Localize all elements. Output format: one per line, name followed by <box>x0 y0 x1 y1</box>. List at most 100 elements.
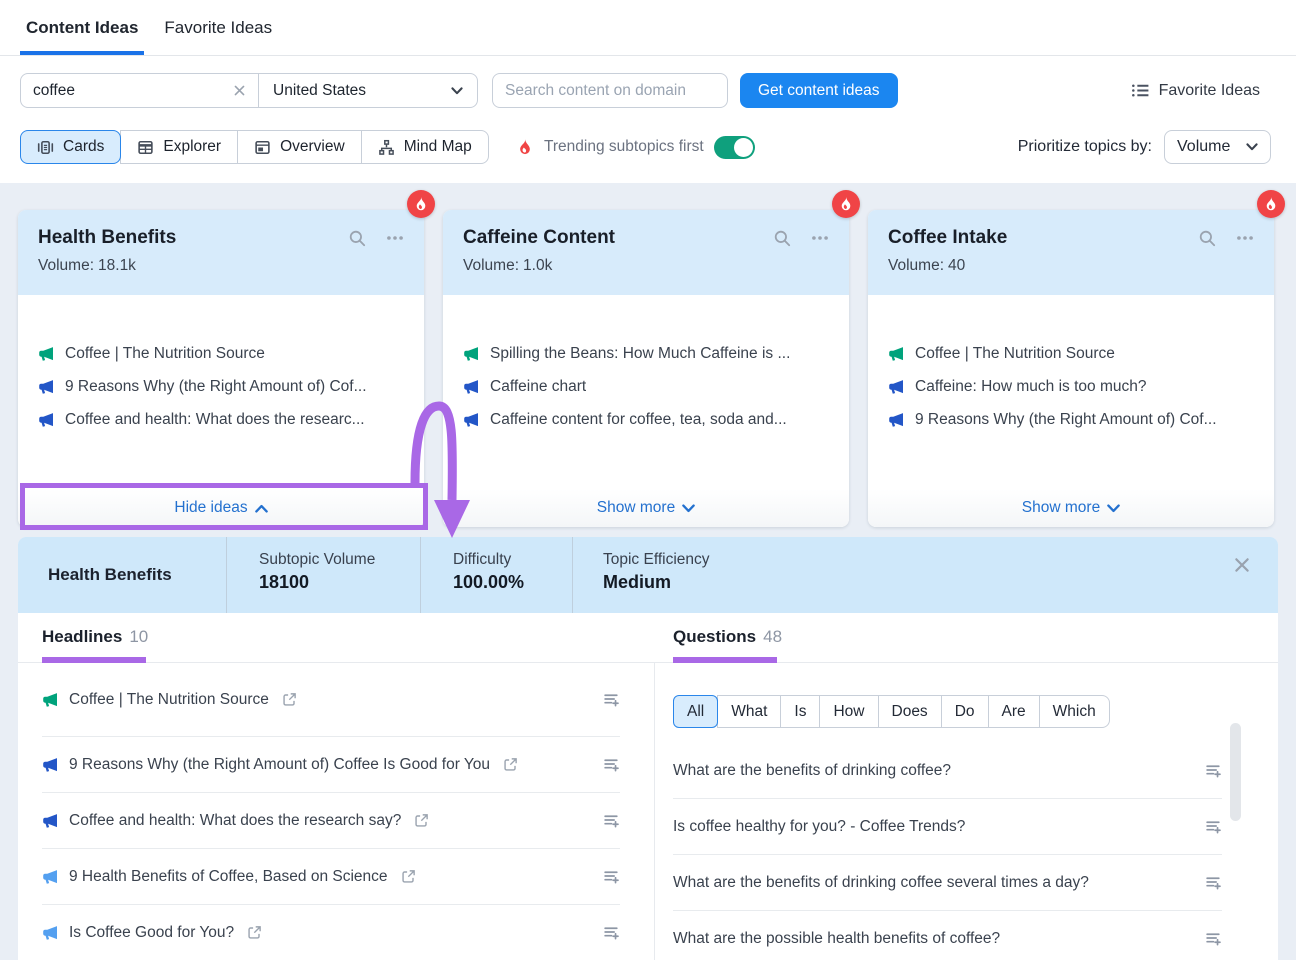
add-to-list-icon[interactable] <box>603 756 620 773</box>
megaphone-icon <box>463 412 479 428</box>
get-content-ideas-button[interactable]: Get content ideas <box>740 73 898 108</box>
question-item[interactable]: What are the benefits of drinking coffee… <box>673 743 1222 799</box>
view-cards-button[interactable]: Cards <box>20 130 121 164</box>
card-idea-item[interactable]: 9 Reasons Why (the Right Amount of) Cof.… <box>38 378 404 396</box>
headlines-heading: Headlines10 <box>42 627 148 647</box>
add-to-list-icon[interactable] <box>1205 762 1222 779</box>
headline-item[interactable]: Is Coffee Good for You? <box>42 905 620 960</box>
question-item[interactable]: What are the benefits of drinking coffee… <box>673 855 1222 911</box>
external-link-icon[interactable] <box>247 925 262 940</box>
question-item[interactable]: Is coffee healthy for you? - Coffee Tren… <box>673 799 1222 855</box>
headline-item[interactable]: 9 Health Benefits of Coffee, Based on Sc… <box>42 849 620 905</box>
close-icon[interactable] <box>1232 555 1252 575</box>
megaphone-icon <box>463 379 479 395</box>
card-idea-item[interactable]: Caffeine chart <box>463 378 829 396</box>
filter-all[interactable]: All <box>673 695 718 728</box>
question-filters: All What Is How Does Do Are Which <box>673 695 1110 728</box>
stat-difficulty: Difficulty 100.00% <box>420 537 572 613</box>
add-to-list-icon[interactable] <box>603 868 620 885</box>
keyword-field-wrap <box>21 74 259 107</box>
search-icon[interactable] <box>1198 229 1216 247</box>
headlines-column: Headlines10 Coffee | The Nutrition Sourc… <box>18 613 654 960</box>
trending-label: Trending subtopics first <box>544 138 704 156</box>
show-more-button[interactable]: Show more <box>868 489 1274 527</box>
headline-item[interactable]: 9 Reasons Why (the Right Amount of) Coff… <box>42 737 620 793</box>
favorite-ideas-link[interactable]: Favorite Ideas <box>1131 73 1260 108</box>
card-header: Health Benefits Volume:18.1k <box>18 210 424 295</box>
more-options-icon[interactable] <box>811 229 829 247</box>
add-to-list-icon[interactable] <box>603 812 620 829</box>
card-title: Coffee Intake <box>888 227 1198 249</box>
card-idea-item[interactable]: Coffee and health: What does the researc… <box>38 411 404 429</box>
headlines-count: 10 <box>129 627 148 646</box>
prioritize-select[interactable]: Volume <box>1164 130 1271 164</box>
prioritize-value: Volume <box>1177 138 1246 156</box>
search-row: United States Get content ideas Favorite… <box>0 56 1296 120</box>
chevron-down-icon <box>1246 143 1258 151</box>
view-mindmap-button[interactable]: Mind Map <box>361 130 489 164</box>
tab-favorite-ideas[interactable]: Favorite Ideas <box>162 0 274 55</box>
megaphone-icon <box>888 346 904 362</box>
card-idea-item[interactable]: 9 Reasons Why (the Right Amount of) Cof.… <box>888 411 1254 429</box>
card-idea-item[interactable]: Spilling the Beans: How Much Caffeine is… <box>463 345 829 363</box>
prioritize-label: Prioritize topics by: <box>1018 138 1152 156</box>
chevron-down-icon <box>451 87 463 95</box>
search-icon[interactable] <box>348 229 366 247</box>
add-to-list-icon[interactable] <box>603 691 620 708</box>
add-to-list-icon[interactable] <box>1205 930 1222 947</box>
filter-are[interactable]: Are <box>988 695 1040 728</box>
clear-keyword-icon[interactable] <box>233 84 246 97</box>
card-idea-item[interactable]: Caffeine content for coffee, tea, soda a… <box>463 411 829 429</box>
filter-does[interactable]: Does <box>878 695 942 728</box>
filter-which[interactable]: Which <box>1039 695 1110 728</box>
more-options-icon[interactable] <box>386 229 404 247</box>
more-options-icon[interactable] <box>1236 229 1254 247</box>
topic-card-coffee-intake: Coffee Intake Volume:40 Coffee | The Nut… <box>868 210 1274 527</box>
filter-what[interactable]: What <box>717 695 781 728</box>
search-icon[interactable] <box>773 229 791 247</box>
detail-title: Health Benefits <box>18 537 226 613</box>
questions-heading: Questions48 <box>673 627 782 647</box>
trending-subtopics-control: Trending subtopics first <box>516 130 755 164</box>
card-idea-item[interactable]: Caffeine: How much is too much? <box>888 378 1254 396</box>
view-explorer-button[interactable]: Explorer <box>120 130 238 164</box>
card-idea-list: Spilling the Beans: How Much Caffeine is… <box>443 295 849 429</box>
card-idea-list: Coffee | The Nutrition Source Caffeine: … <box>868 295 1274 429</box>
question-item[interactable]: What are the possible health benefits of… <box>673 911 1222 960</box>
megaphone-icon <box>38 379 54 395</box>
card-title: Caffeine Content <box>463 227 773 249</box>
add-to-list-icon[interactable] <box>1205 818 1222 835</box>
chevron-down-icon <box>1107 504 1120 513</box>
headline-item[interactable]: Coffee | The Nutrition Source <box>42 663 620 737</box>
domain-search-input[interactable] <box>492 73 728 108</box>
tab-content-ideas[interactable]: Content Ideas <box>24 0 140 55</box>
view-overview-button[interactable]: Overview <box>237 130 362 164</box>
top-tab-bar: Content Ideas Favorite Ideas <box>0 0 1296 56</box>
favorite-ideas-label: Favorite Ideas <box>1159 82 1260 100</box>
card-idea-item[interactable]: Coffee | The Nutrition Source <box>38 345 404 363</box>
external-link-icon[interactable] <box>503 757 518 772</box>
filter-do[interactable]: Do <box>941 695 989 728</box>
trending-toggle[interactable] <box>714 136 755 159</box>
external-link-icon[interactable] <box>401 869 416 884</box>
filter-how[interactable]: How <box>819 695 878 728</box>
region-select[interactable]: United States <box>259 74 477 107</box>
trending-flame-badge <box>1257 190 1285 218</box>
chevron-up-icon <box>255 504 268 513</box>
toggle-knob <box>734 138 753 157</box>
stat-subtopic-volume: Subtopic Volume 18100 <box>226 537 420 613</box>
questions-column: Questions48 All What Is How Does Do Are … <box>655 613 1278 960</box>
card-header: Coffee Intake Volume:40 <box>868 210 1274 295</box>
questions-scrollbar[interactable] <box>1230 723 1241 821</box>
add-to-list-icon[interactable] <box>1205 874 1222 891</box>
headline-item[interactable]: Coffee and health: What does the researc… <box>42 793 620 849</box>
card-header: Caffeine Content Volume:1.0k <box>443 210 849 295</box>
add-to-list-icon[interactable] <box>603 924 620 941</box>
external-link-icon[interactable] <box>414 813 429 828</box>
filter-is[interactable]: Is <box>780 695 820 728</box>
external-link-icon[interactable] <box>282 692 297 707</box>
hide-ideas-button[interactable]: Hide ideas <box>18 489 424 527</box>
keyword-input[interactable] <box>33 82 233 100</box>
show-more-button[interactable]: Show more <box>443 489 849 527</box>
card-idea-item[interactable]: Coffee | The Nutrition Source <box>888 345 1254 363</box>
